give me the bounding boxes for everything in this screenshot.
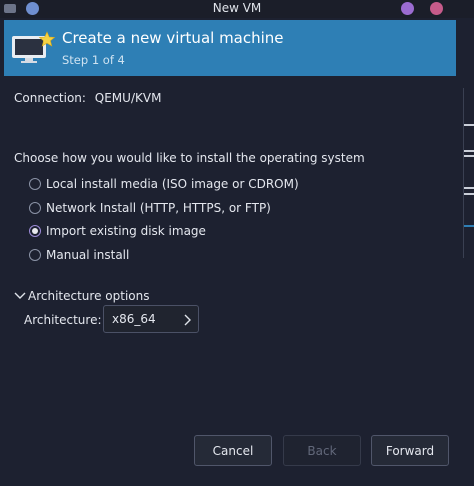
connection-label: Connection: QEMU/KVM	[14, 91, 161, 105]
radio-manual-install[interactable]: Manual install	[29, 246, 129, 264]
radio-label: Import existing disk image	[46, 224, 206, 238]
wizard-header: Create a new virtual machine Step 1 of 4	[4, 20, 456, 76]
chevron-down-icon	[14, 292, 26, 299]
background-window-accent	[464, 225, 474, 227]
background-window-line	[464, 187, 474, 189]
radio-button-selected[interactable]	[29, 225, 41, 237]
architecture-options-label: Architecture options	[28, 289, 150, 303]
architecture-select[interactable]: x86_64	[103, 305, 199, 333]
wizard-title: Create a new virtual machine	[62, 29, 284, 47]
chevron-right-icon	[184, 314, 191, 326]
cancel-button[interactable]: Cancel	[194, 435, 272, 466]
architecture-options-toggle[interactable]: Architecture options	[14, 288, 149, 304]
back-button[interactable]: Back	[283, 435, 361, 466]
radio-label: Network Install (HTTP, HTTPS, or FTP)	[46, 201, 271, 215]
radio-import-disk[interactable]: Import existing disk image	[29, 222, 206, 240]
background-window-line	[464, 124, 474, 126]
architecture-field-label: Architecture:	[24, 313, 102, 327]
architecture-value: x86_64	[112, 312, 156, 326]
radio-label: Manual install	[46, 248, 130, 262]
radio-local-install[interactable]: Local install media (ISO image or CDROM)	[29, 175, 299, 193]
radio-button[interactable]	[29, 178, 41, 190]
background-window-edge	[463, 88, 464, 258]
radio-network-install[interactable]: Network Install (HTTP, HTTPS, or FTP)	[29, 199, 271, 217]
wizard-step: Step 1 of 4	[62, 53, 125, 67]
connection-value: QEMU/KVM	[94, 91, 162, 105]
new-vm-window: New VM Create a new virtual machine Step…	[0, 0, 474, 486]
connection-field-label: Connection:	[14, 91, 86, 105]
radio-button[interactable]	[29, 249, 41, 261]
monitor-star-icon	[12, 31, 56, 63]
radio-label: Local install media (ISO image or CDROM)	[46, 177, 299, 191]
minimize-icon[interactable]	[401, 2, 414, 15]
background-window-line	[464, 150, 474, 152]
close-icon[interactable]	[430, 2, 443, 15]
radio-button[interactable]	[29, 202, 41, 214]
background-window-line	[464, 155, 474, 157]
background-window-line	[464, 193, 474, 195]
title-bar: New VM	[0, 0, 474, 18]
forward-button[interactable]: Forward	[371, 435, 449, 466]
install-prompt: Choose how you would like to install the…	[14, 151, 365, 165]
